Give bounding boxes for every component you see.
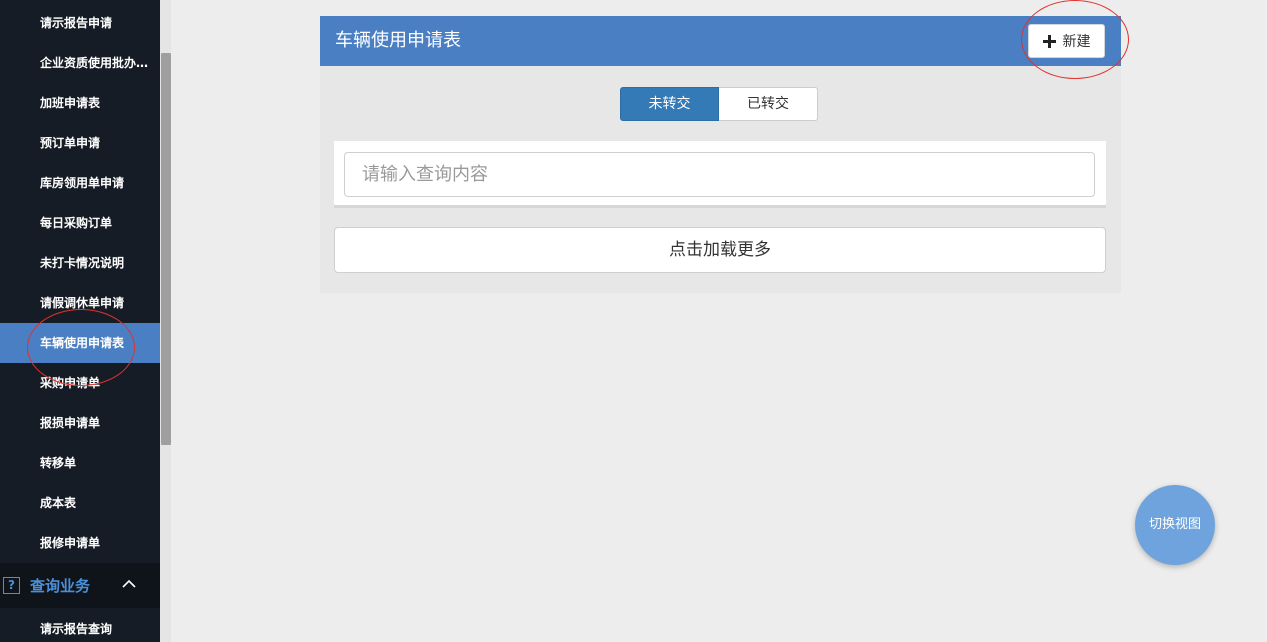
tab-not-transferred[interactable]: 未转交 <box>620 87 719 121</box>
panel-header: 车辆使用申请表 新建 <box>320 16 1121 66</box>
sidebar-item-report-query[interactable]: 请示报告查询 <box>0 610 160 642</box>
transfer-status-tabs: 未转交 已转交 <box>620 87 818 121</box>
sidebar-item[interactable]: 请示报告申请 <box>0 3 160 43</box>
sidebar-item[interactable]: 加班申请表 <box>0 83 160 123</box>
sidebar-section-query[interactable]: ? 查询业务 <box>0 563 160 608</box>
main-panel: 车辆使用申请表 新建 未转交 已转交 点击加载更多 <box>320 16 1121 293</box>
sidebar-item[interactable]: 采购申请单 <box>0 363 160 403</box>
switch-view-button[interactable]: 切换视图 <box>1135 485 1215 565</box>
tab-transferred[interactable]: 已转交 <box>719 87 818 121</box>
sidebar-item[interactable]: 成本表 <box>0 483 160 523</box>
sidebar-item[interactable]: 每日采购订单 <box>0 203 160 243</box>
new-button[interactable]: 新建 <box>1028 24 1105 58</box>
search-container <box>334 141 1106 208</box>
search-input[interactable] <box>344 152 1095 197</box>
sidebar-item[interactable]: 转移单 <box>0 443 160 483</box>
page-title: 车辆使用申请表 <box>335 30 461 51</box>
sidebar-section-label: 查询业务 <box>30 577 91 595</box>
chevron-up-icon[interactable] <box>122 577 136 591</box>
sidebar-item[interactable]: 未打卡情况说明 <box>0 243 160 283</box>
sidebar-item[interactable]: 库房领用单申请 <box>0 163 160 203</box>
question-icon: ? <box>3 577 20 594</box>
sidebar-scrollbar-thumb[interactable] <box>161 53 171 445</box>
load-more-button[interactable]: 点击加载更多 <box>334 227 1106 273</box>
sidebar-menu: 请示报告申请 企业资质使用批办单申请 加班申请表 预订单申请 库房领用单申请 每日采购订单… <box>0 3 160 563</box>
sidebar-item[interactable]: 车辆使用申请表 <box>0 323 160 363</box>
sidebar-item[interactable]: 请假调休单申请 <box>0 283 160 323</box>
sidebar-item[interactable]: 企业资质使用批办单申请 <box>0 43 160 83</box>
sidebar-item[interactable]: 报修申请单 <box>0 523 160 563</box>
sidebar-item[interactable]: 报损申请单 <box>0 403 160 443</box>
plus-icon <box>1042 34 1056 48</box>
new-button-label: 新建 <box>1062 34 1091 50</box>
sidebar-item[interactable]: 预订单申请 <box>0 123 160 163</box>
sidebar: 请示报告申请 企业资质使用批办单申请 加班申请表 预订单申请 库房领用单申请 每日采购订单… <box>0 0 160 642</box>
